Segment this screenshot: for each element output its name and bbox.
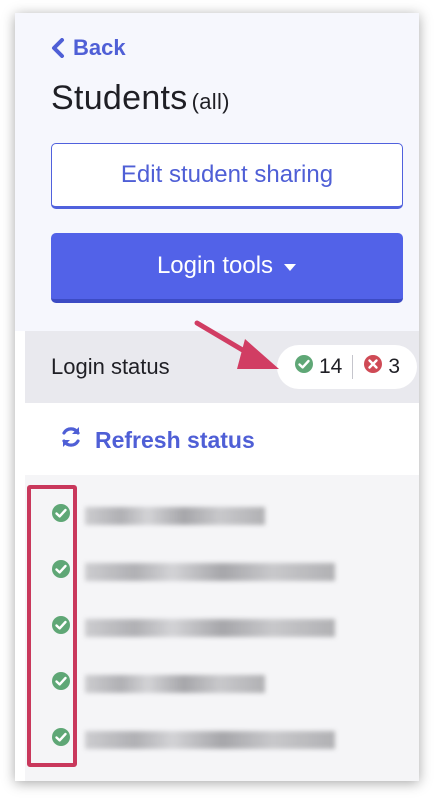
page-title: Students (all) bbox=[51, 79, 230, 118]
check-circle-icon bbox=[294, 354, 314, 380]
student-name-redacted bbox=[85, 507, 265, 525]
not-logged-in-count-value: 3 bbox=[388, 355, 401, 378]
students-panel: Back Students (all) Edit student sharing … bbox=[15, 13, 419, 781]
x-circle-icon bbox=[363, 354, 383, 380]
page-title-text: Students bbox=[51, 79, 188, 117]
back-link[interactable]: Back bbox=[51, 35, 126, 61]
student-name-redacted bbox=[85, 675, 265, 693]
student-name-redacted bbox=[85, 731, 335, 749]
login-tools-button[interactable]: Login tools bbox=[51, 233, 403, 303]
pill-divider bbox=[352, 355, 354, 379]
caret-down-icon bbox=[283, 252, 297, 280]
student-row[interactable] bbox=[25, 719, 419, 759]
logged-in-count-value: 14 bbox=[318, 355, 343, 378]
student-name-redacted bbox=[85, 619, 335, 637]
login-status-label: Login status bbox=[51, 354, 170, 379]
refresh-icon bbox=[59, 425, 83, 455]
student-row[interactable] bbox=[25, 607, 419, 647]
student-name-redacted bbox=[85, 563, 335, 581]
edit-student-sharing-label: Edit student sharing bbox=[120, 161, 334, 188]
login-tools-label: Login tools bbox=[156, 252, 274, 279]
not-logged-in-count: 3 bbox=[363, 354, 400, 380]
login-status-summary: 14 3 bbox=[277, 345, 417, 389]
edit-student-sharing-button[interactable]: Edit student sharing bbox=[51, 143, 403, 209]
page-title-subtitle: (all) bbox=[191, 89, 230, 114]
annotation-arrow bbox=[193, 319, 283, 384]
student-row[interactable] bbox=[25, 551, 419, 591]
student-list bbox=[25, 475, 419, 781]
annotation-highlight-box bbox=[27, 485, 77, 767]
refresh-status-link[interactable]: Refresh status bbox=[59, 425, 255, 455]
student-row[interactable] bbox=[25, 663, 419, 703]
logged-in-count: 14 bbox=[294, 354, 342, 380]
chevron-left-icon bbox=[51, 38, 65, 58]
back-label: Back bbox=[73, 35, 126, 60]
refresh-status-label: Refresh status bbox=[95, 426, 255, 453]
student-row[interactable] bbox=[25, 495, 419, 535]
